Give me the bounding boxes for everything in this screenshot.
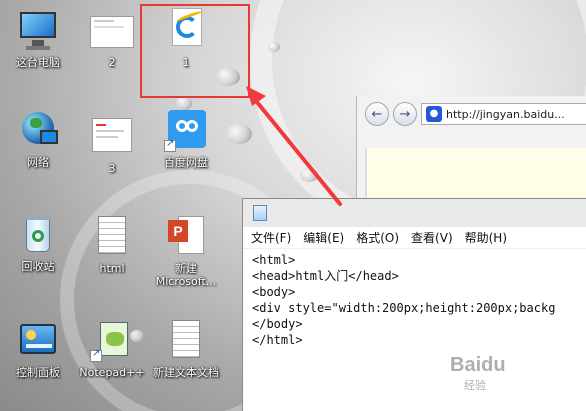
control-panel-icon xyxy=(16,318,60,362)
icon-label: 网络 xyxy=(27,156,49,169)
notepad-titlebar[interactable] xyxy=(243,199,586,227)
menu-help[interactable]: 帮助(H) xyxy=(465,229,507,246)
baidu-netdisk-icon xyxy=(164,108,208,152)
notepad-window[interactable]: 文件(F) 编辑(E) 格式(O) 查看(V) 帮助(H) <html> <hea… xyxy=(242,198,586,411)
desktop-icon-baidu-netdisk[interactable]: 百度网盘 xyxy=(148,108,224,169)
folder-thumbnail-icon xyxy=(90,8,134,52)
desktop-icon-new-powerpoint[interactable]: P 新建 Microsoft... xyxy=(148,214,224,288)
editor-line: <div style="width:200px;height:200px;bac… xyxy=(252,301,556,315)
desktop-icon-control-panel[interactable]: 控制面板 xyxy=(0,318,76,379)
water-drop xyxy=(268,42,280,52)
icon-label: 百度网盘 xyxy=(164,156,208,169)
desktop: 这台电脑 网络 回收站 控制面板 2 3 html ↗ Notepad++ 1 … xyxy=(0,0,586,411)
notepad-editor[interactable]: <html> <head>html入门</head> <body> <div styl… xyxy=(243,249,586,351)
notepadpp-icon xyxy=(90,318,134,362)
editor-line: </body> xyxy=(252,317,303,331)
icon-label: html xyxy=(99,262,125,275)
highlight-box xyxy=(140,4,250,98)
icon-label: 回收站 xyxy=(21,260,55,273)
baidu-paw-icon: ● xyxy=(426,106,442,122)
notepad-icon xyxy=(253,205,267,221)
notepad-menubar: 文件(F) 编辑(E) 格式(O) 查看(V) 帮助(H) xyxy=(243,227,586,249)
icon-label: 这台电脑 xyxy=(16,56,60,69)
desktop-icon-html[interactable]: html xyxy=(74,214,150,275)
desktop-icon-new-text-document[interactable]: 新建文本文档 xyxy=(148,318,224,379)
icon-label: 3 xyxy=(108,162,116,175)
menu-file[interactable]: 文件(F) xyxy=(251,229,291,246)
icon-label: Notepad++ xyxy=(79,366,145,379)
desktop-icon-network[interactable]: 网络 xyxy=(0,108,76,169)
water-drop xyxy=(226,124,252,144)
computer-icon xyxy=(16,8,60,52)
watermark-text: Baidu xyxy=(450,354,506,376)
editor-line: </html> xyxy=(252,333,303,347)
icon-label: 新建文本文档 xyxy=(153,366,219,379)
editor-line: <html> xyxy=(252,253,296,267)
editor-line: <body> xyxy=(252,285,296,299)
recycle-bin-icon xyxy=(16,212,60,256)
water-drop xyxy=(300,168,318,182)
menu-format[interactable]: 格式(O) xyxy=(356,229,399,246)
shortcut-arrow-icon xyxy=(164,138,176,152)
text-document-icon xyxy=(164,318,208,362)
baidu-watermark: Baidu 经验 xyxy=(450,354,506,393)
address-url: http://jingyan.baidu... xyxy=(446,107,565,121)
menu-edit[interactable]: 编辑(E) xyxy=(303,229,344,246)
shortcut-arrow-icon xyxy=(90,348,102,362)
desktop-icon-recycle-bin[interactable]: 回收站 xyxy=(0,212,76,273)
icon-label: 控制面板 xyxy=(16,366,60,379)
desktop-icon-3[interactable]: 3 xyxy=(74,114,150,175)
watermark-sub: 经验 xyxy=(464,380,486,392)
icon-label: 2 xyxy=(108,56,116,69)
desktop-icon-this-pc[interactable]: 这台电脑 xyxy=(0,8,76,69)
back-icon[interactable]: ← xyxy=(365,102,389,126)
icon-label: 新建 Microsoft... xyxy=(155,262,217,288)
browser-toolbar: ← → ● http://jingyan.baidu... xyxy=(357,96,586,132)
desktop-icon-notepadpp[interactable]: Notepad++ xyxy=(74,318,150,379)
address-bar[interactable]: ● http://jingyan.baidu... xyxy=(421,103,586,125)
network-globe-icon xyxy=(16,108,60,152)
text-document-icon xyxy=(90,214,134,258)
menu-view[interactable]: 查看(V) xyxy=(411,229,453,246)
forward-icon[interactable]: → xyxy=(393,102,417,126)
folder-thumbnail-icon xyxy=(90,114,134,158)
powerpoint-file-icon: P xyxy=(164,214,208,258)
editor-line: <head>html入门</head> xyxy=(252,269,399,283)
desktop-icon-2[interactable]: 2 xyxy=(74,8,150,69)
